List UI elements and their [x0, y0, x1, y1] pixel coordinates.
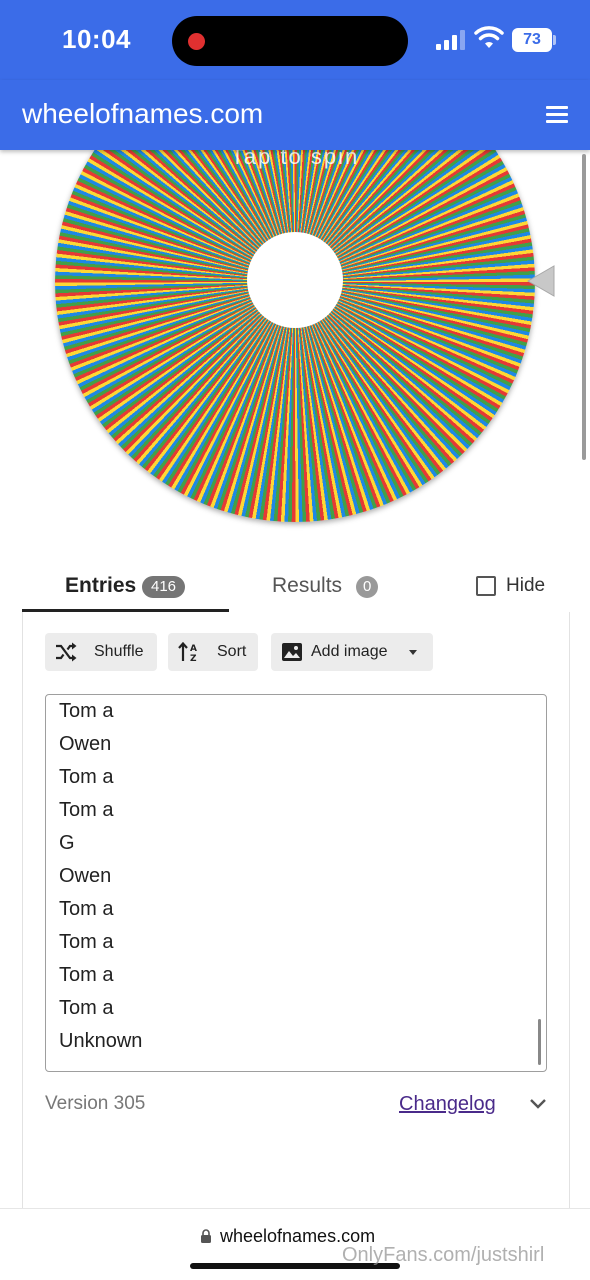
battery-icon: 73 [512, 28, 552, 52]
entry-item[interactable]: Tom a [59, 695, 519, 728]
entries-scrollbar[interactable] [538, 1019, 541, 1065]
entry-item[interactable]: G [59, 827, 519, 860]
entries-count-badge: 416 [142, 576, 186, 598]
add-image-label: Add image [311, 643, 388, 660]
entry-item[interactable]: Unknown [59, 1025, 519, 1058]
lock-icon [201, 1229, 211, 1243]
wheel-pointer-icon [526, 265, 555, 297]
results-count-badge: 0 [356, 576, 379, 598]
image-icon [282, 643, 302, 661]
hide-checkbox[interactable] [476, 576, 496, 596]
svg-text:A: A [190, 644, 197, 654]
caret-down-icon [409, 650, 417, 655]
entry-item[interactable]: Tom a [59, 926, 519, 959]
entry-item[interactable]: Owen [59, 860, 519, 893]
wheel-area: Tap to spin [0, 150, 590, 540]
app-bar: wheelofnames.com [0, 80, 590, 150]
chevron-down-icon[interactable] [528, 1096, 548, 1112]
hide-label[interactable]: Hide [506, 575, 545, 597]
site-title[interactable]: wheelofnames.com [22, 98, 263, 130]
shuffle-icon [56, 642, 77, 662]
watermark: OnlyFans.com/justshirl [342, 1244, 545, 1266]
entries-textarea[interactable]: Tom a Owen Tom a Tom a G Owen Tom a Tom a Tom aT… [45, 694, 547, 1072]
sort-icon: A Z [178, 642, 197, 662]
entry-item[interactable]: Tom a [59, 959, 519, 992]
status-time: 10:04 [62, 24, 131, 54]
tab-entries[interactable]: Entries 416 [22, 560, 229, 612]
entry-item[interactable]: Tom a [59, 761, 519, 794]
changelog-link[interactable]: Changelog [399, 1093, 496, 1116]
tab-results-label: Results [272, 574, 343, 597]
entries-list: Tom a Owen Tom a Tom a G Owen Tom a Tom a Tom aT… [59, 695, 519, 1058]
wifi-icon [474, 26, 504, 48]
entries-panel: Shuffle A Z Sort Add image Tom a Owen Tom … [22, 612, 570, 1212]
version-label: Version 305 [45, 1093, 146, 1114]
wheel-overlay-text: Tap to spin [230, 150, 360, 169]
shuffle-label: Shuffle [94, 643, 144, 660]
tab-results[interactable]: Results 0 [252, 560, 422, 612]
sort-label: Sort [217, 643, 247, 660]
tab-entries-label: Entries [65, 574, 137, 597]
dynamic-island [172, 16, 408, 66]
status-bar: 10:04 73 [0, 0, 590, 80]
signal-icon [436, 30, 466, 50]
add-image-button[interactable]: Add image [271, 633, 433, 671]
spin-wheel[interactable] [55, 150, 535, 522]
hamburger-menu-icon[interactable] [546, 106, 568, 124]
wheel-center[interactable] [247, 232, 343, 328]
svg-text:Z: Z [190, 654, 197, 662]
entry-item[interactable]: Tom a [59, 992, 519, 1025]
recording-indicator-icon [188, 33, 205, 50]
entries-results-tabs: Entries 416 Results 0 Hide [22, 560, 568, 612]
battery-nub [553, 35, 556, 45]
shuffle-button[interactable]: Shuffle [45, 633, 157, 671]
entry-item[interactable]: Tom a [59, 794, 519, 827]
sort-button[interactable]: A Z Sort [168, 633, 258, 671]
entry-item[interactable]: Owen [59, 728, 519, 761]
entry-item[interactable]: Tom a [59, 893, 519, 926]
page-scrollbar[interactable] [582, 154, 586, 460]
